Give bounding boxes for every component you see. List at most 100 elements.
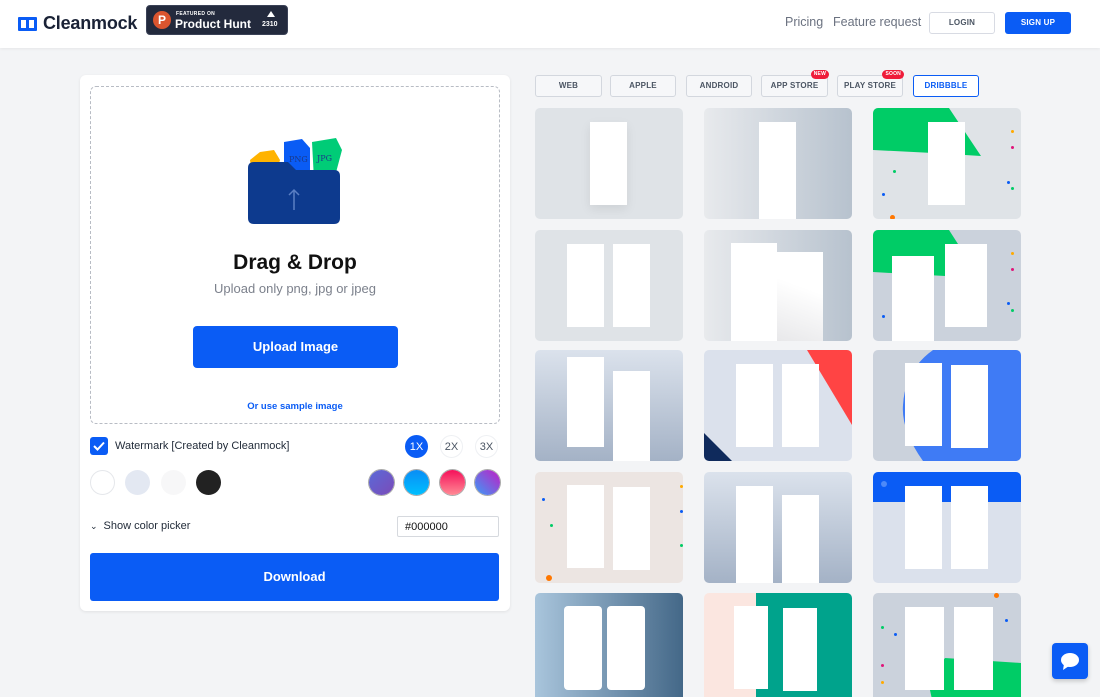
- confetti-dot: [1005, 619, 1008, 622]
- template-thumb[interactable]: [535, 230, 683, 341]
- confetti-dot: [882, 193, 885, 196]
- confetti-dot: [881, 626, 884, 629]
- login-button[interactable]: LOGIN: [929, 12, 995, 34]
- template-thumb[interactable]: [704, 472, 852, 583]
- mockup-screen: [734, 606, 768, 689]
- template-thumb[interactable]: [873, 472, 1021, 583]
- template-thumb[interactable]: [535, 108, 683, 219]
- checkmark-icon: [93, 441, 105, 451]
- swatch-light-gray[interactable]: [161, 470, 186, 495]
- confetti-dot: [680, 485, 683, 488]
- confetti-dot: [1011, 130, 1014, 133]
- confetti-dot: [1011, 252, 1014, 255]
- watermark-checkbox[interactable]: [90, 437, 108, 455]
- confetti-dot: [881, 681, 884, 684]
- template-thumb[interactable]: [535, 350, 683, 461]
- swatch-black[interactable]: [196, 470, 221, 495]
- tab-label: APP STORE: [770, 81, 819, 90]
- upvote-count: 2310: [262, 21, 278, 28]
- confetti-dot: [893, 170, 896, 173]
- template-thumb[interactable]: [873, 593, 1021, 697]
- color-picker-toggle[interactable]: ⌄ Show color picker: [90, 520, 190, 532]
- confetti-dot: [680, 544, 683, 547]
- scale-1x-button[interactable]: 1X: [405, 435, 428, 458]
- new-badge: NEW: [810, 70, 829, 79]
- template-thumb[interactable]: [704, 350, 852, 461]
- upvote-arrow-icon: [267, 11, 275, 17]
- tab-label: DRIBBBLE: [924, 81, 968, 90]
- swatch-blue-gradient[interactable]: [404, 470, 429, 495]
- confetti-dot: [890, 215, 895, 219]
- mockup-screen: [567, 485, 604, 568]
- mockup-screen: [954, 607, 993, 690]
- mockup-screen: [783, 608, 817, 691]
- confetti-dot: [882, 315, 885, 318]
- mockup-screen: [782, 364, 819, 447]
- mockup-screen: [613, 244, 650, 327]
- upload-image-button[interactable]: Upload Image: [193, 326, 398, 368]
- swatch-purple-blue-gradient[interactable]: [475, 470, 500, 495]
- tab-web[interactable]: WEB: [535, 75, 602, 97]
- template-thumb[interactable]: [704, 593, 852, 697]
- chat-widget-button[interactable]: [1052, 643, 1088, 679]
- template-thumb[interactable]: [535, 472, 683, 583]
- mockup-screen: [567, 357, 604, 447]
- tab-apple[interactable]: APPLE: [610, 75, 676, 97]
- mockup-screen: [928, 122, 965, 205]
- svg-text:JPG: JPG: [316, 154, 332, 163]
- template-thumb[interactable]: [873, 108, 1021, 219]
- template-thumb[interactable]: [535, 593, 683, 697]
- template-thumb[interactable]: [873, 350, 1021, 461]
- confetti-dot: [1011, 187, 1014, 190]
- template-thumb[interactable]: [704, 108, 852, 219]
- confetti-dot: [1011, 268, 1014, 271]
- nav-pricing[interactable]: Pricing: [785, 15, 823, 29]
- swatch-light-blue[interactable]: [125, 470, 150, 495]
- mockup-screen: [613, 371, 650, 461]
- folder-upload-icon: PNG JPG: [248, 138, 342, 224]
- mockup-screen: [736, 364, 773, 447]
- blue-circle-shape: [902, 350, 1021, 461]
- mockup-screen: [905, 486, 942, 569]
- confetti-dot: [894, 633, 897, 636]
- confetti-dot: [1007, 181, 1010, 184]
- swatch-purple-gradient[interactable]: [369, 470, 394, 495]
- mockup-screen: [567, 244, 604, 327]
- template-thumb[interactable]: [704, 230, 852, 341]
- tab-dribbble[interactable]: DRIBBBLE: [913, 75, 979, 97]
- scale-3x-button[interactable]: 3X: [475, 435, 498, 458]
- product-hunt-badge[interactable]: P FEATURED ON Product Hunt 2310: [146, 5, 288, 35]
- tab-label: APPLE: [629, 81, 657, 90]
- mockup-screen: [951, 486, 988, 569]
- logo-icon: [18, 16, 37, 31]
- mockup-screen: [736, 486, 773, 583]
- download-button[interactable]: Download: [90, 553, 499, 601]
- tab-label: WEB: [558, 81, 579, 90]
- scale-2x-button[interactable]: 2X: [440, 435, 463, 458]
- mockup-screen: [590, 122, 627, 205]
- nav-feature-request[interactable]: Feature request: [833, 15, 921, 29]
- product-hunt-icon: P: [153, 11, 171, 29]
- tab-android[interactable]: ANDROID: [686, 75, 752, 97]
- mockup-screen: [777, 252, 823, 341]
- mockup-screen: [782, 495, 819, 583]
- template-thumb[interactable]: [873, 230, 1021, 341]
- sample-image-link[interactable]: Or use sample image: [91, 401, 499, 412]
- hex-color-input[interactable]: [397, 516, 499, 537]
- tab-app-store[interactable]: APP STORE NEW: [761, 70, 829, 97]
- swatch-white[interactable]: [90, 470, 115, 495]
- brand-logo[interactable]: Cleanmock: [18, 13, 137, 34]
- tab-play-store[interactable]: PLAY STORE SOON: [837, 70, 904, 97]
- confetti-dot: [1011, 146, 1014, 149]
- brand-name: Cleanmock: [43, 13, 138, 33]
- mockup-screen: [731, 243, 777, 341]
- confetti-dot: [881, 481, 887, 487]
- top-header: Cleanmock P FEATURED ON Product Hunt 231…: [0, 0, 1100, 48]
- svg-text:PNG: PNG: [289, 155, 308, 164]
- confetti-dot: [542, 498, 545, 501]
- swatch-red-gradient[interactable]: [440, 470, 465, 495]
- watermark-label: Watermark [Created by Cleanmock]: [115, 440, 290, 452]
- signup-button[interactable]: SIGN UP: [1005, 12, 1071, 34]
- tab-label: PLAY STORE: [843, 81, 897, 90]
- upload-dropzone[interactable]: PNG JPG Drag & Drop Upload only png, jpg…: [90, 86, 500, 424]
